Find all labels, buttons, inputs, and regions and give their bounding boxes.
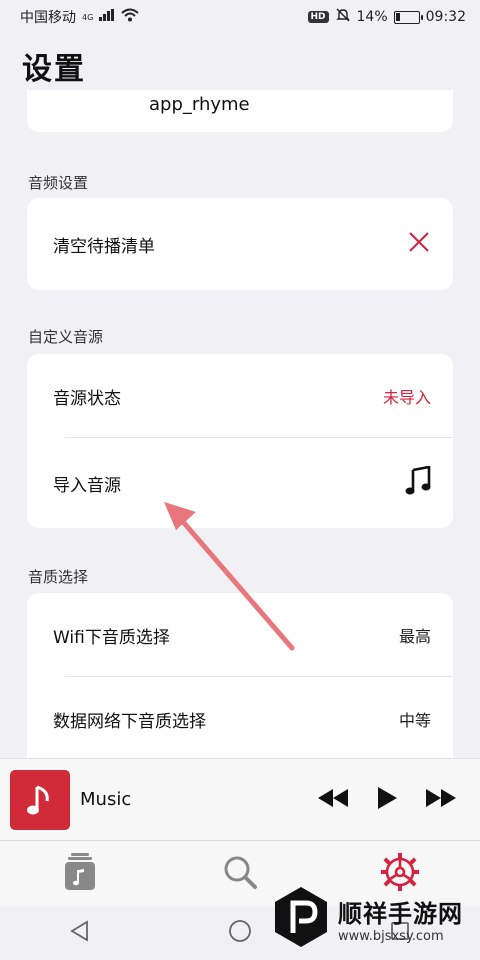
mini-player[interactable]: Music xyxy=(0,758,480,840)
audio-card: 清空待播清单 xyxy=(27,198,453,290)
page-header: 设置 xyxy=(0,34,480,90)
source-status-value: 未导入 xyxy=(382,388,431,407)
mute-bell-icon xyxy=(335,7,351,27)
play-icon[interactable] xyxy=(376,786,398,814)
battery-icon xyxy=(393,10,423,24)
page-title: 设置 xyxy=(22,52,86,87)
app-name-value: app_rhyme xyxy=(149,94,250,115)
import-source-row[interactable]: 导入音源 xyxy=(27,438,453,528)
status-bar: 中国移动 4G HD 14% 09:32 xyxy=(0,0,480,34)
section-custom-source-label: 自定义音源 xyxy=(28,328,104,346)
close-icon[interactable] xyxy=(407,230,431,259)
back-button[interactable] xyxy=(60,913,100,953)
hd-badge: HD xyxy=(307,11,329,23)
wifi-quality-label: Wifi下音质选择 xyxy=(53,627,170,648)
clear-queue-label: 清空待播清单 xyxy=(53,236,155,257)
music-note-icon[interactable] xyxy=(405,464,431,501)
watermark: 顺祥手游网 www.bjsxsy.com xyxy=(272,884,472,954)
section-audio-label: 音频设置 xyxy=(28,174,89,192)
library-icon[interactable] xyxy=(63,852,97,896)
previous-icon[interactable] xyxy=(316,787,350,813)
status-left: 中国移动 4G xyxy=(20,7,139,27)
back-icon[interactable] xyxy=(69,920,91,946)
section-quality-label: 音质选择 xyxy=(28,568,89,586)
mobile-quality-value: 中等 xyxy=(398,711,431,730)
clipped-label xyxy=(53,92,133,106)
player-controls xyxy=(316,786,458,814)
watermark-url: www.bjsxsy.com xyxy=(338,929,444,944)
watermark-text: 顺祥手游网 www.bjsxsy.com xyxy=(338,894,463,944)
signal-icon xyxy=(99,9,115,25)
battery-percent: 14% xyxy=(356,9,388,25)
clock: 09:32 xyxy=(425,9,466,25)
mobile-quality-label: 数据网络下音质选择 xyxy=(53,711,206,732)
wifi-quality-row[interactable]: Wifi下音质选择 最高 xyxy=(27,593,453,677)
watermark-logo-icon xyxy=(272,885,330,953)
wifi-quality-value: 最高 xyxy=(398,627,431,646)
home-button[interactable] xyxy=(220,913,260,953)
source-status-row[interactable]: 音源状态 未导入 xyxy=(27,354,453,438)
mobile-quality-row[interactable]: 数据网络下音质选择 中等 xyxy=(27,677,453,758)
next-icon[interactable] xyxy=(424,787,458,813)
import-source-label: 导入音源 xyxy=(53,475,121,496)
tab-search[interactable] xyxy=(210,849,270,899)
home-icon[interactable] xyxy=(228,919,252,947)
clear-queue-row[interactable]: 清空待播清单 xyxy=(27,198,453,290)
network-tag: 4G xyxy=(82,12,94,22)
top-card: app_rhyme xyxy=(27,90,453,132)
tab-library[interactable] xyxy=(50,849,110,899)
watermark-title: 顺祥手游网 xyxy=(338,900,463,928)
source-status-label: 音源状态 xyxy=(53,388,121,409)
search-icon[interactable] xyxy=(222,854,258,894)
quality-card: Wifi下音质选择 最高 数据网络下音质选择 中等 xyxy=(27,593,453,758)
carrier-label: 中国移动 xyxy=(20,10,76,26)
track-title[interactable]: Music xyxy=(80,789,316,810)
album-art[interactable] xyxy=(10,769,70,830)
status-right: HD 14% 09:32 xyxy=(307,7,466,27)
wifi-icon xyxy=(121,8,139,26)
custom-source-card: 音源状态 未导入 导入音源 xyxy=(27,354,453,528)
settings-list[interactable]: app_rhyme 音频设置 清空待播清单 自定义音源 音源状态 未导入 导入音… xyxy=(0,90,480,758)
